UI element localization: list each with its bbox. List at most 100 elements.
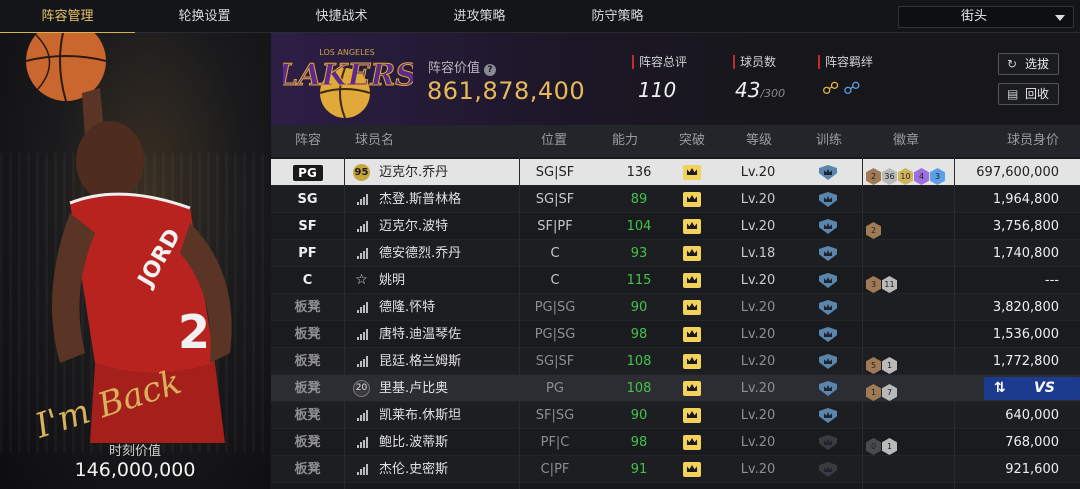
badge-icon[interactable]: 4 bbox=[914, 168, 929, 185]
col-training[interactable]: 训练 bbox=[816, 125, 842, 157]
table-row[interactable]: 板凳 凯莱布.休斯坦 SF|SG 90 Lv.20 640,000 bbox=[271, 402, 1080, 429]
player-level: Lv.20 bbox=[740, 381, 776, 396]
table-row[interactable]: 板凳 唐特.迪温琴佐 PG|SG 98 Lv.20 1,536,000 bbox=[271, 321, 1080, 348]
player-price: 1,964,800 bbox=[992, 192, 1059, 207]
badge-icon[interactable]: 2 bbox=[866, 222, 881, 239]
table-row[interactable]: PF 德安德烈.乔丹 C 93 Lv.18 1,740,800 bbox=[271, 240, 1080, 267]
total-rating-stat: 阵容总评 110 bbox=[632, 55, 687, 102]
training-shield-icon[interactable] bbox=[819, 165, 837, 180]
crown-icon[interactable] bbox=[683, 192, 701, 207]
badge-icon[interactable]: 5 bbox=[866, 357, 881, 374]
badge-icon[interactable]: 3 bbox=[866, 276, 881, 293]
player-moment-card[interactable]: JORD 2 I'm Back 时刻价值 146,000,000 bbox=[0, 33, 270, 489]
player-ability: 108 bbox=[626, 354, 652, 369]
badge-list: 01 bbox=[866, 434, 898, 455]
table-row[interactable]: 板凳20里基.卢比奥PG108Lv.20176⇅VS bbox=[271, 375, 1080, 402]
crown-icon[interactable] bbox=[683, 165, 701, 180]
player-count-label: 球员数 bbox=[733, 55, 785, 69]
recycle-button[interactable]: ▤ 回收 bbox=[998, 83, 1059, 105]
bond-stat[interactable]: 阵容羁绊 ☍ ☍ bbox=[818, 55, 873, 99]
court-select[interactable]: 街头 bbox=[898, 6, 1074, 28]
crown-icon[interactable] bbox=[683, 354, 701, 369]
training-shield-icon[interactable] bbox=[819, 273, 837, 288]
player-ability: 98 bbox=[630, 327, 648, 342]
player-level: Lv.20 bbox=[740, 192, 776, 207]
training-shield-icon[interactable] bbox=[819, 246, 837, 261]
tab-lineup[interactable]: 阵容管理 bbox=[0, 0, 135, 34]
tab-quick-tactics[interactable]: 快捷战术 bbox=[274, 0, 409, 33]
training-shield-icon[interactable] bbox=[819, 354, 837, 369]
col-name[interactable]: 球员名 bbox=[355, 125, 394, 157]
crown-icon[interactable] bbox=[683, 381, 701, 396]
bond-blue-icon: ☍ bbox=[843, 79, 861, 99]
col-price[interactable]: 球员身价 bbox=[1007, 125, 1059, 157]
training-shield-icon[interactable] bbox=[819, 327, 837, 342]
training-shield-icon[interactable] bbox=[819, 381, 837, 396]
column-divider bbox=[862, 157, 863, 489]
badge-icon[interactable]: 1 bbox=[882, 357, 897, 374]
crown-icon[interactable] bbox=[683, 408, 701, 423]
badge-icon[interactable]: 1 bbox=[882, 438, 897, 455]
help-icon[interactable]: ? bbox=[484, 64, 497, 76]
table-row[interactable]: C ☆ 姚明 C 115 Lv.20 3 11 --- bbox=[271, 267, 1080, 294]
lineup-value-label-wrap: 阵容价值? bbox=[428, 57, 497, 76]
training-shield-icon[interactable] bbox=[819, 219, 837, 234]
signal-bars-icon bbox=[357, 302, 369, 313]
col-position[interactable]: 位置 bbox=[541, 125, 567, 157]
badge-icon[interactable]: 1 bbox=[866, 384, 881, 401]
col-level[interactable]: 等级 bbox=[746, 125, 772, 157]
table-row[interactable]: 板凳 昆廷.格兰姆斯 SG|SF 108 Lv.20 5 1 1,772,800 bbox=[271, 348, 1080, 375]
select-button[interactable]: ↻ 选拔 bbox=[998, 53, 1059, 75]
training-shield-icon[interactable] bbox=[819, 462, 837, 477]
training-shield-icon[interactable] bbox=[819, 435, 837, 450]
badge-icon[interactable]: 0 bbox=[866, 438, 881, 455]
tab-rotation[interactable]: 轮换设置 bbox=[137, 0, 272, 33]
crown-icon[interactable] bbox=[683, 273, 701, 288]
table-row[interactable]: SG 杰登.斯普林格 SG|SF 89 Lv.20 1,964,800 bbox=[271, 186, 1080, 213]
player-price: 3,820,800 bbox=[992, 300, 1059, 315]
slot-cell: PG bbox=[271, 159, 344, 186]
badge-icon[interactable]: 7 bbox=[882, 384, 897, 401]
col-breakthrough[interactable]: 突破 bbox=[679, 125, 705, 157]
table-row[interactable]: PG 95 迈克尔.乔丹 SG|SF 136 Lv.20 2 36 10 4 3 697,600,00… bbox=[271, 159, 1080, 186]
table-row[interactable]: 板凳 鲍比.波蒂斯 PF|C 98 Lv.20 0 1 768,000 bbox=[271, 429, 1080, 456]
roster-table: 阵容 球员名 位置 能力 突破 等级 训练 徽章 球员身价 PG 95 迈克尔.乔丹… bbox=[271, 125, 1080, 489]
training-shield-icon[interactable] bbox=[819, 300, 837, 315]
table-row[interactable]: 板凳 德隆.怀特 PG|SG 90 Lv.20 3,820,800 bbox=[271, 294, 1080, 321]
crown-icon[interactable] bbox=[683, 246, 701, 261]
badge-icon[interactable]: 36 bbox=[882, 168, 897, 185]
swap-compare-button[interactable]: ⇅ VS bbox=[984, 377, 1080, 400]
col-ability[interactable]: 能力 bbox=[612, 125, 638, 157]
player-price: --- bbox=[1044, 273, 1059, 288]
player-name: 里基.卢比奥 bbox=[379, 381, 449, 396]
slot-cell: 板凳 bbox=[271, 429, 344, 456]
slot-cell: SF bbox=[271, 213, 344, 240]
crown-icon[interactable] bbox=[683, 327, 701, 342]
crown-icon[interactable] bbox=[683, 219, 701, 234]
training-shield-icon[interactable] bbox=[819, 408, 837, 423]
crown-icon[interactable] bbox=[683, 435, 701, 450]
badge-icon[interactable]: 2 bbox=[866, 168, 881, 185]
col-badges[interactable]: 徽章 bbox=[893, 125, 919, 157]
player-name: 凯莱布.休斯坦 bbox=[379, 408, 462, 423]
player-name: 杰伦.史密斯 bbox=[379, 462, 449, 477]
slot-label: 板凳 bbox=[294, 354, 321, 369]
player-count-value: 43 bbox=[735, 78, 761, 102]
tab-offense-strategy[interactable]: 进攻策略 bbox=[412, 0, 547, 33]
slot-cell: 板凳 bbox=[271, 402, 344, 429]
slot-label: 板凳 bbox=[294, 381, 321, 396]
tab-defense-strategy[interactable]: 防守策略 bbox=[550, 0, 685, 33]
table-row[interactable]: SF 迈克尔.波特 SF|PF 104 Lv.20 2 3,756,800 bbox=[271, 213, 1080, 240]
col-slot[interactable]: 阵容 bbox=[295, 125, 321, 157]
badge-icon[interactable]: 11 bbox=[882, 276, 897, 293]
player-ability: 108 bbox=[626, 381, 652, 396]
badge-icon[interactable]: 3 bbox=[930, 168, 945, 185]
training-shield-icon[interactable] bbox=[819, 192, 837, 207]
lineup-value: 861,878,400 bbox=[427, 77, 586, 105]
player-ability: 93 bbox=[630, 246, 648, 261]
team-logo-subtext: LOS ANGELES bbox=[319, 48, 374, 57]
crown-icon[interactable] bbox=[683, 462, 701, 477]
crown-icon[interactable] bbox=[683, 300, 701, 315]
badge-icon[interactable]: 10 bbox=[898, 168, 913, 185]
table-row[interactable]: 板凳 杰伦.史密斯 C|PF 91 Lv.20 921,600 bbox=[271, 456, 1080, 483]
